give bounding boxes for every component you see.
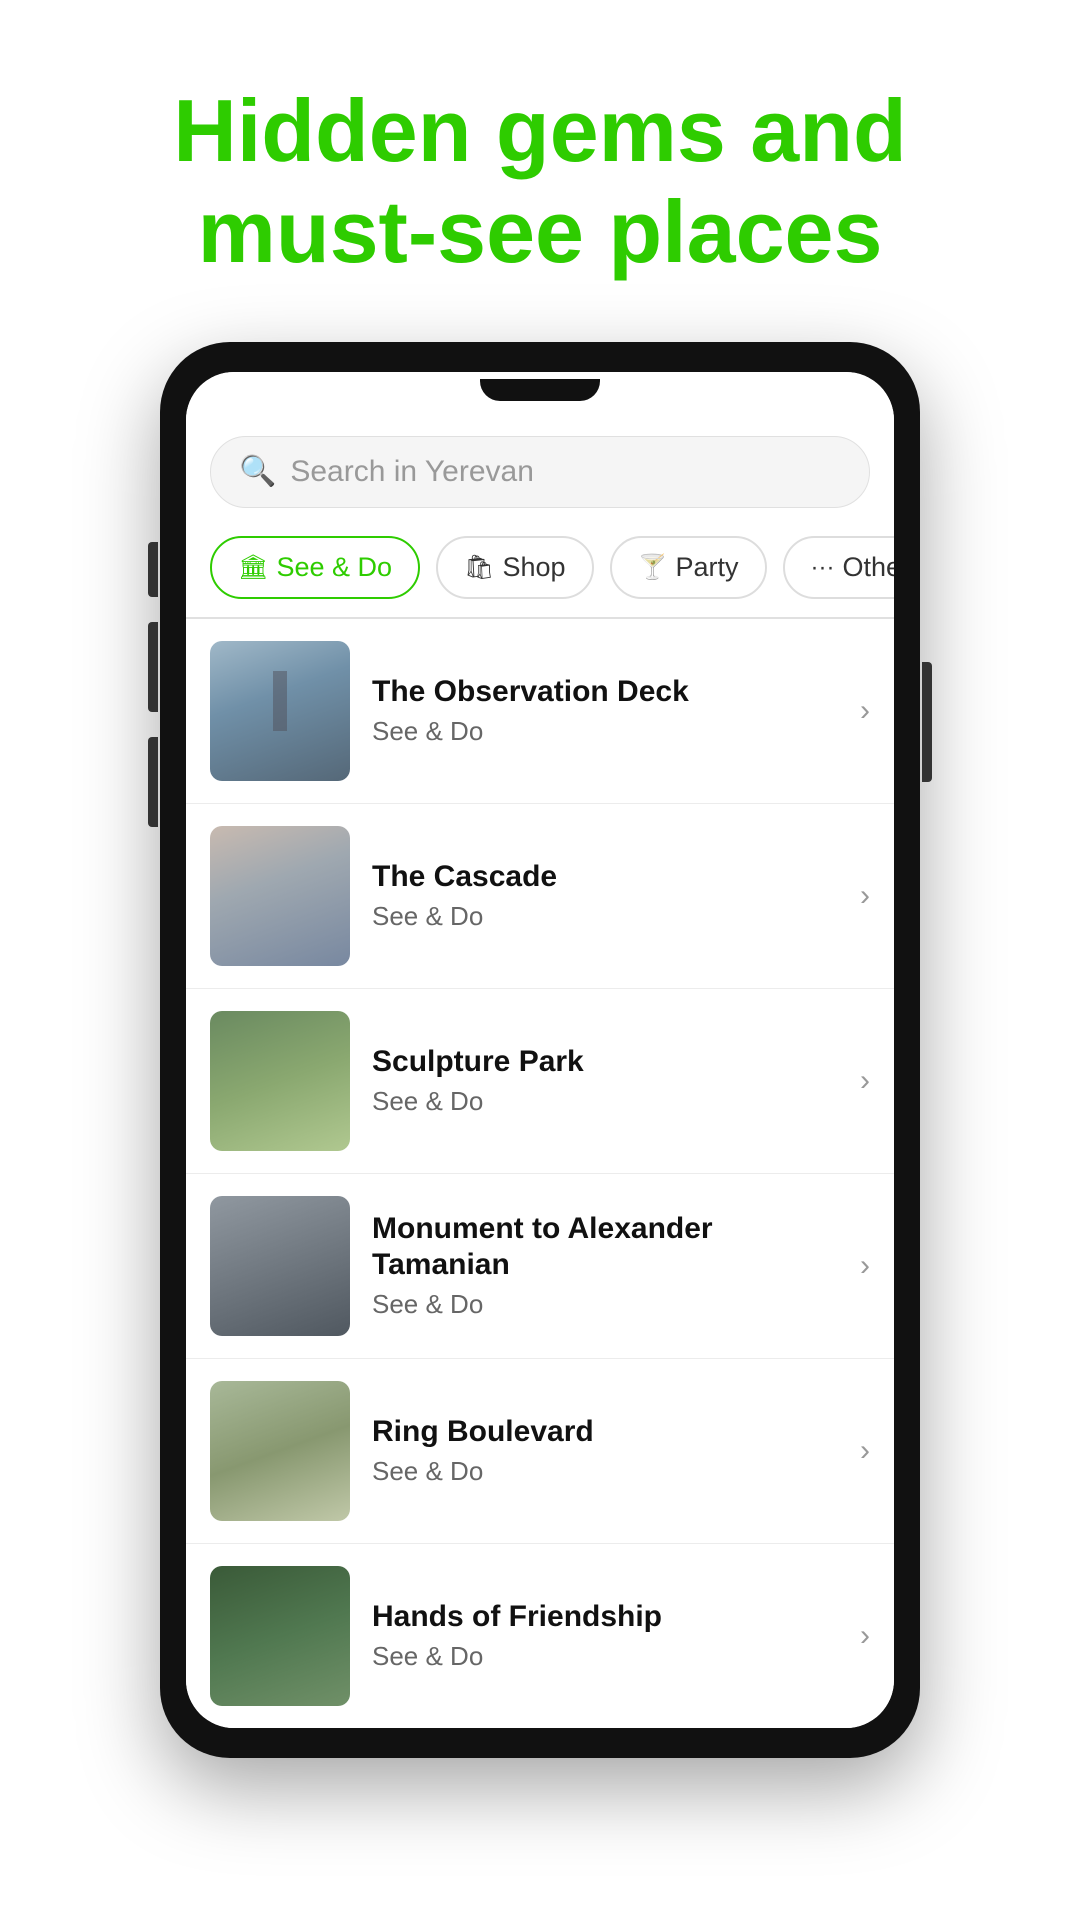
tab-shop-label: Shop xyxy=(503,552,566,583)
list-item[interactable]: Ring Boulevard See & Do › xyxy=(186,1358,894,1543)
place-name: Ring Boulevard xyxy=(372,1414,838,1450)
list-item[interactable]: Monument to Alexander Tamanian See & Do … xyxy=(186,1173,894,1358)
place-thumbnail xyxy=(210,641,350,781)
place-info: Hands of Friendship See & Do xyxy=(372,1599,838,1672)
tab-party[interactable]: 🍸 Party xyxy=(610,536,767,599)
place-name: The Cascade xyxy=(372,859,838,895)
place-category: See & Do xyxy=(372,716,838,747)
search-icon: 🔍 xyxy=(239,457,276,487)
place-thumbnail xyxy=(210,1381,350,1521)
list-item[interactable]: Sculpture Park See & Do › xyxy=(186,988,894,1173)
place-info: Monument to Alexander Tamanian See & Do xyxy=(372,1211,838,1320)
search-bar[interactable]: 🔍 Search in Yerevan xyxy=(210,436,870,508)
page-header: Hidden gems and must-see places xyxy=(0,0,1080,342)
list-item[interactable]: The Observation Deck See & Do › xyxy=(186,619,894,803)
phone-frame: 🔍 Search in Yerevan 🏛 See & Do 🛍 Shop 🍸 … xyxy=(160,342,920,1758)
chevron-right-icon: › xyxy=(860,694,870,728)
search-bar-container: 🔍 Search in Yerevan xyxy=(186,408,894,526)
place-thumbnail xyxy=(210,1011,350,1151)
tab-party-label: Party xyxy=(675,552,738,583)
place-category: See & Do xyxy=(372,1456,838,1487)
place-name: Sculpture Park xyxy=(372,1044,838,1080)
place-info: The Cascade See & Do xyxy=(372,859,838,932)
other-icon: ··· xyxy=(811,554,835,582)
place-category: See & Do xyxy=(372,1641,838,1672)
phone-screen: 🔍 Search in Yerevan 🏛 See & Do 🛍 Shop 🍸 … xyxy=(186,372,894,1728)
chevron-right-icon: › xyxy=(860,1064,870,1098)
place-category: See & Do xyxy=(372,901,838,932)
tab-shop[interactable]: 🛍 Shop xyxy=(436,536,594,599)
place-info: Sculpture Park See & Do xyxy=(372,1044,838,1117)
shop-icon: 🛍 xyxy=(464,553,494,582)
chevron-right-icon: › xyxy=(860,1434,870,1468)
search-input-placeholder[interactable]: Search in Yerevan xyxy=(290,455,534,489)
phone-volume-down xyxy=(148,737,158,827)
tab-other[interactable]: ··· Other xyxy=(783,536,895,599)
chevron-right-icon: › xyxy=(860,1249,870,1283)
tab-see-do-label: See & Do xyxy=(276,552,392,583)
page-title: Hidden gems and must-see places xyxy=(60,80,1020,282)
phone-topbar xyxy=(186,372,894,408)
list-item[interactable]: The Cascade See & Do › xyxy=(186,803,894,988)
phone-volume-up xyxy=(148,622,158,712)
place-thumbnail xyxy=(210,1196,350,1336)
party-icon: 🍸 xyxy=(638,553,668,582)
see-do-icon: 🏛 xyxy=(238,553,268,582)
chevron-right-icon: › xyxy=(860,879,870,913)
place-info: Ring Boulevard See & Do xyxy=(372,1414,838,1487)
list-item[interactable]: Hands of Friendship See & Do › xyxy=(186,1543,894,1728)
place-name: Hands of Friendship xyxy=(372,1599,838,1635)
phone-power-button xyxy=(922,662,932,782)
chevron-right-icon: › xyxy=(860,1619,870,1653)
place-info: The Observation Deck See & Do xyxy=(372,674,838,747)
place-thumbnail xyxy=(210,826,350,966)
place-category: See & Do xyxy=(372,1289,838,1320)
place-thumbnail xyxy=(210,1566,350,1706)
place-name: Monument to Alexander Tamanian xyxy=(372,1211,838,1283)
place-category: See & Do xyxy=(372,1086,838,1117)
tab-other-label: Other xyxy=(842,552,894,583)
phone-side-button xyxy=(148,542,158,597)
phone-notch xyxy=(480,379,600,401)
tab-see-do[interactable]: 🏛 See & Do xyxy=(210,536,420,599)
filter-tabs: 🏛 See & Do 🛍 Shop 🍸 Party ··· Other xyxy=(186,526,894,617)
place-name: The Observation Deck xyxy=(372,674,838,710)
place-list: The Observation Deck See & Do › The Casc… xyxy=(186,619,894,1728)
